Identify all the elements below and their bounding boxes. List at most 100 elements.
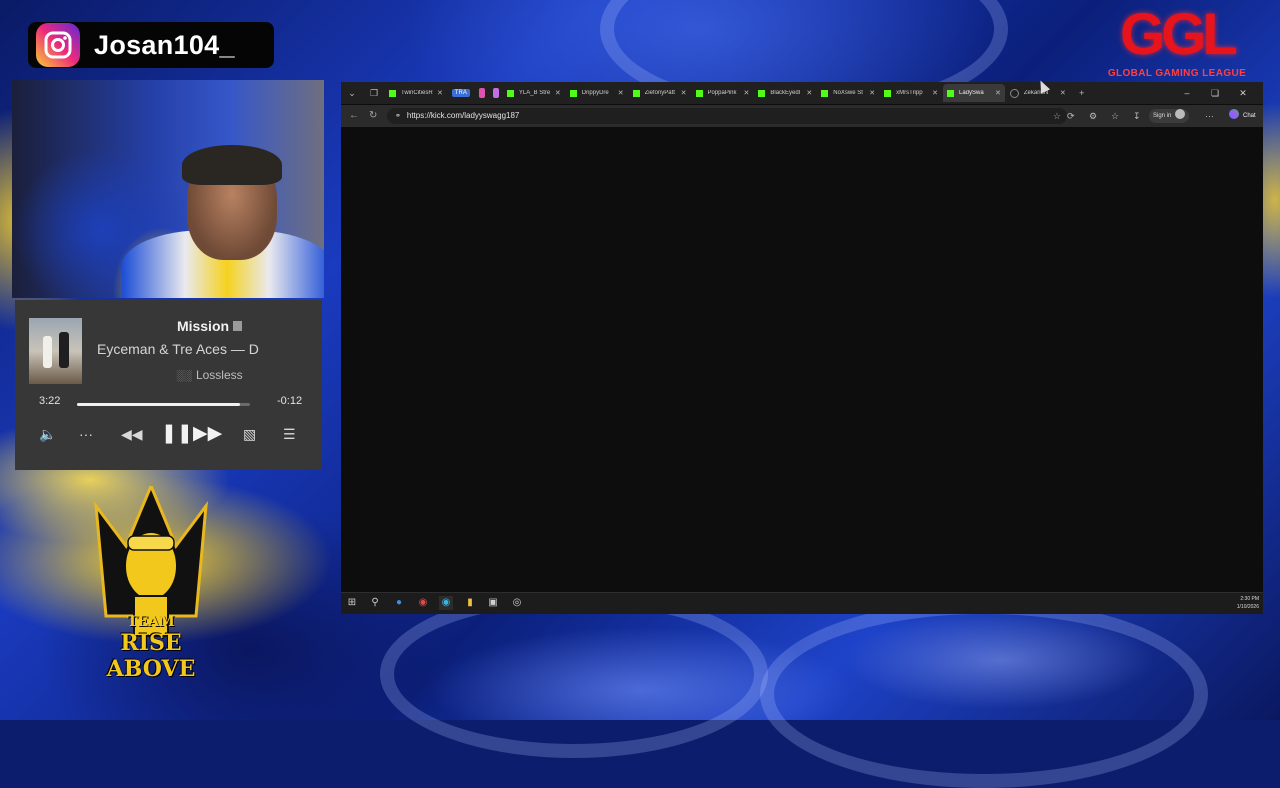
- file-explorer-icon[interactable]: ▮: [463, 596, 477, 610]
- song-artist[interactable]: Eyceman & Tre Aces — D: [97, 341, 322, 357]
- rewind-icon[interactable]: ◀◀: [121, 426, 143, 443]
- taskbar: ⊞ ⚲ ● ◉ ◉ ▮ ▣ ◎ 2:30 PM 1/10/2026: [341, 592, 1263, 614]
- progress-bar[interactable]: [77, 403, 250, 406]
- quality-badge: ░░ Lossless: [97, 368, 322, 382]
- close-tab-icon[interactable]: ✕: [681, 89, 687, 97]
- album-art: [29, 318, 82, 384]
- browser-tab[interactable]: LadySwa ✕: [943, 84, 1005, 102]
- browser-tab[interactable]: YLA_B Stre ✕: [503, 84, 565, 102]
- address-bar[interactable]: ⚭ https://kick.com/ladyyswagg187 ☆: [387, 108, 1067, 124]
- instagram-icon: [36, 23, 80, 67]
- streamer-hair: [182, 145, 282, 185]
- browser-tab[interactable]: BlackEyedl ✕: [754, 84, 816, 102]
- quality-label: Lossless: [195, 368, 243, 382]
- close-tab-icon[interactable]: ✕: [555, 89, 561, 97]
- start-icon[interactable]: ⊞: [345, 596, 359, 610]
- url-text: https://kick.com/ladyyswagg187: [406, 111, 520, 120]
- pause-icon[interactable]: ❚❚: [161, 422, 193, 445]
- profile-avatar-icon: [1175, 109, 1186, 119]
- minimize-icon[interactable]: –: [1173, 82, 1201, 104]
- edge-icon[interactable]: ◉: [439, 596, 453, 610]
- tab-pill[interactable]: [478, 88, 485, 98]
- copilot-icon[interactable]: ⚙: [1089, 105, 1097, 127]
- kick-favicon-icon: [821, 89, 829, 97]
- sign-in-label: Sign in: [1153, 113, 1172, 119]
- close-tab-icon[interactable]: ✕: [995, 89, 1001, 97]
- instagram-badge: Josan104_: [28, 22, 274, 68]
- tab-label: xMrsTripp: [896, 90, 923, 96]
- queue-icon[interactable]: ☰: [283, 426, 296, 443]
- browser-window: ⌄ ❐ TwinCitiesR ✕ TRA YLA_B Stre ✕ DrippyDre ✕…: [341, 82, 1263, 614]
- fast-forward-icon[interactable]: ▶▶: [193, 422, 222, 445]
- progress-fill: [77, 403, 240, 406]
- downloads-icon[interactable]: ↧: [1133, 105, 1141, 127]
- clock-time: 2:30 PM: [1240, 596, 1259, 602]
- volume-icon[interactable]: 🔈: [39, 426, 56, 443]
- close-tab-icon[interactable]: ✕: [932, 89, 938, 97]
- favorites-icon[interactable]: ☆: [1111, 105, 1119, 127]
- chat-label: Chat: [1243, 113, 1256, 119]
- close-tab-icon[interactable]: ✕: [806, 89, 812, 97]
- ggl-logo: GGL GLOBAL GAMING LEAGUE: [1094, 2, 1260, 82]
- sign-in-button[interactable]: Sign in: [1149, 109, 1190, 123]
- clock-date: 1/10/2026: [1236, 604, 1259, 610]
- store-icon[interactable]: ▣: [486, 596, 500, 610]
- browser-tab[interactable]: ZiefonyPatt ✕: [629, 84, 691, 102]
- team-rise-above-logo: TEAM RISE ABOVE: [86, 482, 216, 686]
- kick-favicon-icon: [947, 89, 954, 97]
- browser-tab[interactable]: DrippyDre ✕: [566, 84, 628, 102]
- instagram-handle: Josan104_: [94, 29, 235, 60]
- more-icon[interactable]: ···: [79, 426, 93, 442]
- loading-icon: [1009, 88, 1019, 98]
- tab-strip: ⌄ ❐ TwinCitiesR ✕ TRA YLA_B Stre ✕ DrippyDre ✕…: [341, 82, 1263, 104]
- browser-tab[interactable]: TRA: [448, 84, 474, 102]
- search-icon[interactable]: ⚲: [368, 596, 382, 610]
- tab-list-chevron-icon[interactable]: ⌄: [341, 82, 363, 104]
- close-tab-icon[interactable]: ✕: [869, 89, 875, 97]
- kick-favicon-icon: [632, 89, 640, 97]
- kick-favicon-icon: [506, 89, 514, 97]
- close-window-icon[interactable]: ✕: [1229, 82, 1257, 104]
- kick-favicon-icon: [758, 89, 766, 97]
- browser-tab[interactable]: xMrsTripp ✕: [880, 84, 942, 102]
- chat-icon: [1229, 109, 1239, 119]
- app-icon[interactable]: ◎: [510, 596, 524, 610]
- tab-label: ZiefonyPatt: [644, 90, 675, 96]
- close-tab-icon[interactable]: ✕: [618, 89, 624, 97]
- workspaces-icon[interactable]: ❐: [363, 82, 385, 104]
- kick-favicon-icon: [569, 89, 577, 97]
- favorite-star-icon[interactable]: ☆: [1053, 108, 1061, 124]
- remaining-time: -0:12: [277, 395, 303, 407]
- album-art-figure: [59, 332, 69, 368]
- close-tab-icon[interactable]: ✕: [1060, 89, 1066, 97]
- refresh-icon[interactable]: ↻: [369, 105, 377, 127]
- background-swirl: [760, 600, 1208, 788]
- browser-tab[interactable]: PoppaPink ✕: [692, 84, 754, 102]
- copilot-app-icon[interactable]: ●: [392, 596, 406, 610]
- tab-label: DrippyDre: [581, 90, 609, 96]
- kick-favicon-icon: [389, 89, 396, 97]
- browser-tab[interactable]: NoXswe St ✕: [817, 84, 879, 102]
- webcam-feed: [12, 80, 324, 298]
- back-icon[interactable]: ←: [349, 105, 359, 127]
- close-tab-icon[interactable]: ✕: [437, 89, 443, 97]
- extension-icon[interactable]: ⟳: [1067, 105, 1075, 127]
- new-tab-icon[interactable]: +: [1071, 82, 1093, 104]
- page-content[interactable]: [341, 128, 1263, 592]
- close-tab-icon[interactable]: ✕: [744, 89, 750, 97]
- lyrics-icon[interactable]: ▧: [243, 426, 256, 443]
- window-controls: – ❏ ✕: [1173, 82, 1257, 104]
- maximize-icon[interactable]: ❏: [1201, 82, 1229, 104]
- browser-tab[interactable]: TwinCitiesR ✕: [385, 84, 447, 102]
- lossless-icon: ░░: [176, 370, 192, 382]
- taskbar-clock[interactable]: 2:30 PM 1/10/2026: [1237, 595, 1259, 611]
- chat-button[interactable]: Chat: [1229, 109, 1256, 123]
- site-info-icon[interactable]: ⚭: [395, 109, 401, 125]
- ggl-logo-tagline: GLOBAL GAMING LEAGUE: [1107, 68, 1247, 79]
- tab-label: NoXswe St: [833, 90, 863, 96]
- tab-label: TwinCitiesR: [401, 90, 433, 96]
- settings-more-icon[interactable]: ···: [1205, 105, 1214, 127]
- kick-favicon-icon: [695, 89, 703, 97]
- tab-pill[interactable]: [492, 88, 499, 98]
- chrome-icon[interactable]: ◉: [416, 596, 430, 610]
